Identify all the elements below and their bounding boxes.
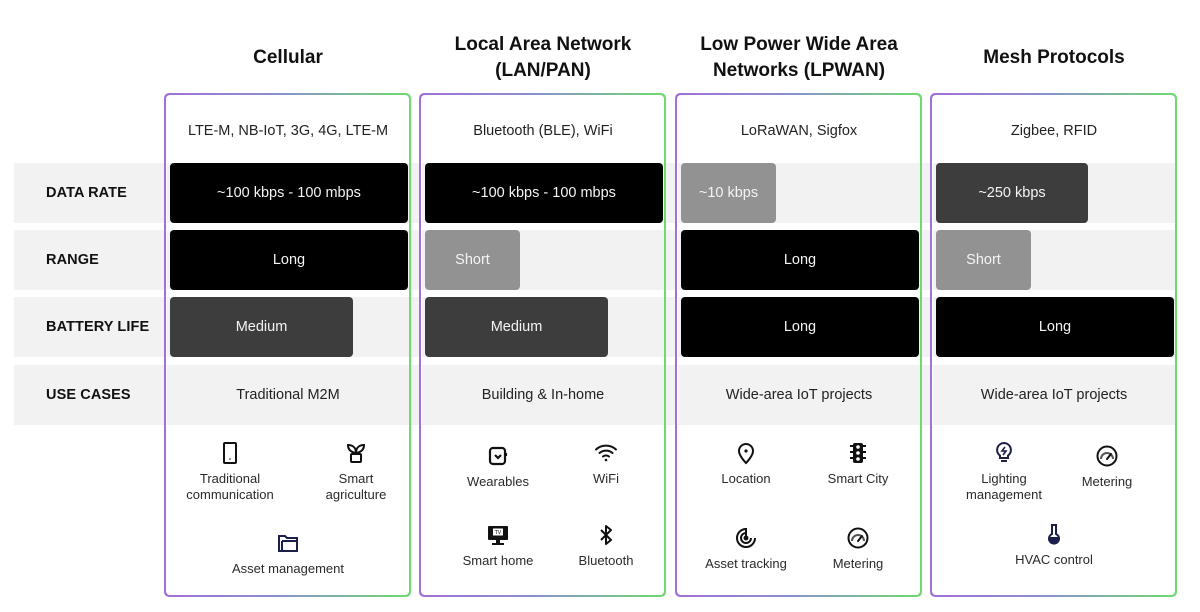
- app-hvac-control: HVAC control: [994, 522, 1114, 568]
- radar-icon: [736, 528, 756, 548]
- wifi-icon: [595, 444, 617, 462]
- protocols-lpwan: LoRaWAN, Sigfox: [740, 123, 858, 139]
- plant-icon: [346, 443, 366, 463]
- column-title-cellular: Cellular: [253, 47, 323, 68]
- protocols-mesh: Zigbee, RFID: [1010, 123, 1098, 139]
- app-lighting-management: Lighting management: [944, 441, 1064, 503]
- tablet-icon: [223, 442, 237, 464]
- column-title-mesh: Mesh Protocols: [983, 47, 1125, 68]
- use-cases-lan: Building & In-home: [481, 387, 605, 403]
- app-bluetooth: Bluetooth: [546, 523, 666, 569]
- app-smart-city: Smart City: [798, 441, 918, 487]
- gauge-icon: [847, 527, 869, 549]
- bar-range: Short: [936, 230, 1031, 290]
- app-label: Metering: [1081, 474, 1133, 489]
- app-label: Wearables: [467, 474, 529, 489]
- app-label: Smart agriculture: [325, 471, 387, 502]
- app-asset-tracking: Asset tracking: [686, 526, 806, 572]
- app-metering-lpwan: Metering: [798, 526, 918, 572]
- row-label-use-cases: USE CASES: [46, 387, 131, 403]
- gauge-icon: [1096, 445, 1118, 467]
- bar-range: Short: [425, 230, 520, 290]
- app-label: Location: [721, 471, 771, 486]
- bar-battery-life: Long: [681, 297, 919, 357]
- app-label: Lighting management: [966, 471, 1042, 502]
- app-traditional-communication: Traditional communication: [170, 441, 290, 503]
- column-title-lpwan: Low Power Wide Area Networks (LPWAN): [700, 34, 898, 81]
- app-location: Location: [686, 441, 806, 487]
- protocols-cellular: LTE-M, NB-IoT, 3G, 4G, LTE-M: [187, 123, 389, 139]
- tv-icon: TV: [488, 526, 508, 545]
- protocols-lan: Bluetooth (BLE), WiFi: [473, 123, 613, 139]
- app-label: Bluetooth: [578, 553, 634, 568]
- bar-range: Long: [170, 230, 408, 290]
- app-wifi: WiFi: [546, 441, 666, 487]
- smartwatch-icon: [488, 446, 508, 466]
- svg-text:TV: TV: [494, 530, 502, 536]
- app-smart-agriculture: Smart agriculture: [296, 441, 416, 503]
- row-label-range: RANGE: [46, 252, 99, 268]
- app-label: Traditional communication: [186, 471, 274, 502]
- bar-data-rate: ~100 kbps - 100 mbps: [425, 163, 663, 223]
- thermometer-icon: [1048, 524, 1060, 545]
- bar-range: Long: [681, 230, 919, 290]
- app-metering-mesh: Metering: [1047, 444, 1167, 490]
- bar-battery-life: Medium: [425, 297, 608, 357]
- use-cases-cellular: Traditional M2M: [236, 387, 340, 403]
- folder-icon: [278, 535, 298, 552]
- app-label: Asset tracking: [705, 556, 787, 571]
- row-label-battery-life: BATTERY LIFE: [46, 319, 150, 335]
- bar-battery-life: Medium: [170, 297, 353, 357]
- bar-data-rate: ~250 kbps: [936, 163, 1088, 223]
- app-label: WiFi: [593, 471, 619, 486]
- app-label: HVAC control: [1015, 552, 1093, 567]
- row-label-data-rate: DATA RATE: [46, 185, 127, 201]
- app-label: Smart home: [462, 553, 534, 568]
- column-title-lan: Local Area Network (LAN/PAN): [454, 34, 632, 81]
- traffic-light-icon: [850, 443, 866, 463]
- app-smart-home: TV Smart home: [438, 523, 558, 569]
- use-cases-lpwan: Wide-area IoT projects: [725, 387, 873, 403]
- app-wearables: Wearables: [438, 444, 558, 490]
- location-pin-icon: [737, 443, 755, 465]
- bar-data-rate: ~100 kbps - 100 mbps: [170, 163, 408, 223]
- use-cases-mesh: Wide-area IoT projects: [980, 387, 1128, 403]
- bar-data-rate: ~10 kbps: [681, 163, 776, 223]
- app-label: Metering: [832, 556, 884, 571]
- bluetooth-icon: [600, 525, 612, 545]
- app-asset-management: Asset management: [228, 531, 348, 577]
- app-label: Smart City: [827, 471, 889, 486]
- lightbulb-icon: [996, 441, 1012, 462]
- app-label: Asset management: [231, 561, 344, 576]
- bar-battery-life: Long: [936, 297, 1174, 357]
